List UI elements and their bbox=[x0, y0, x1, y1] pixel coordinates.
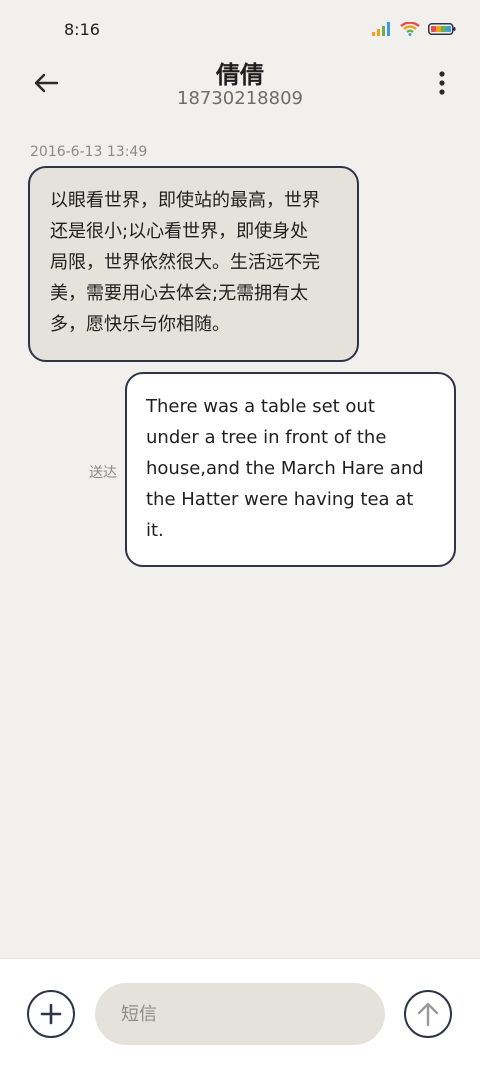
message-composer bbox=[0, 958, 480, 1067]
status-icons bbox=[372, 22, 456, 36]
message-line: 美，需要用心去体会;无需拥有太 bbox=[50, 283, 309, 304]
contact-number: 18730218809 bbox=[177, 88, 303, 109]
plus-icon bbox=[40, 1003, 62, 1025]
outgoing-message-bubble[interactable]: There was a table set out under a tree i… bbox=[125, 372, 456, 567]
wifi-icon bbox=[400, 22, 420, 36]
message-line: 以眼看世界，即使站的最高，世界 bbox=[50, 190, 320, 211]
message-line: 局限，世界依然很大。生活远不完 bbox=[50, 252, 320, 273]
arrow-up-icon bbox=[417, 1002, 439, 1027]
status-bar: 8:16 bbox=[0, 0, 480, 60]
incoming-message-bubble[interactable]: 以眼看世界，即使站的最高，世界 还是很小;以心看世界，即使身处 局限，世界依然很… bbox=[28, 166, 359, 362]
conversation-header: 倩倩 18730218809 bbox=[0, 55, 480, 115]
message-timestamp: 2016-6-13 13:49 bbox=[30, 144, 148, 160]
status-time: 8:16 bbox=[64, 20, 100, 39]
message-line: it. bbox=[146, 520, 164, 541]
battery-icon bbox=[428, 23, 456, 35]
contact-name: 倩倩 bbox=[216, 61, 264, 89]
delivery-status: 送达 bbox=[89, 465, 117, 481]
message-line: house,and the March Hare and bbox=[146, 458, 424, 479]
more-options-button[interactable] bbox=[434, 67, 450, 99]
message-line: There was a table set out bbox=[146, 396, 375, 417]
more-vertical-icon bbox=[439, 71, 445, 95]
message-line: the Hatter were having tea at bbox=[146, 489, 414, 510]
send-button[interactable] bbox=[404, 990, 452, 1038]
message-line: 多，愿快乐与你相随。 bbox=[50, 314, 230, 335]
message-line: under a tree in front of the bbox=[146, 427, 387, 448]
sms-input[interactable] bbox=[95, 983, 385, 1045]
message-line: 还是很小;以心看世界，即使身处 bbox=[50, 221, 309, 242]
add-attachment-button[interactable] bbox=[27, 990, 75, 1038]
signal-icon bbox=[372, 22, 390, 36]
